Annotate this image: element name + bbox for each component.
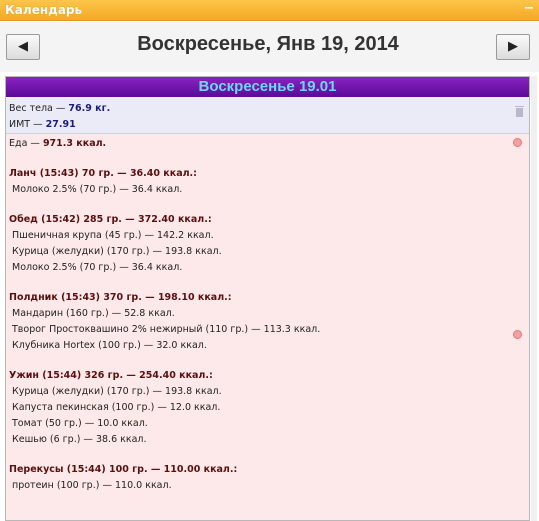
weight-label: Вес тела — xyxy=(9,103,69,114)
apple-icon[interactable] xyxy=(513,138,522,147)
window-title: Календарь xyxy=(5,3,83,17)
collapse-icon[interactable]: − xyxy=(522,2,536,17)
bmi-row: ИМТ — 27.91 xyxy=(9,117,529,133)
meal-item[interactable]: протеин (100 гр.) — 110.0 ккал. xyxy=(9,478,529,494)
meal-item[interactable]: Клубника Hortex (100 гр.) — 32.0 ккал. xyxy=(9,338,529,354)
bmi-value: 27.91 xyxy=(45,119,76,130)
meal-item[interactable]: Молоко 2.5% (70 гр.) — 36.4 ккал. xyxy=(9,260,529,276)
meal-title[interactable]: Обед (15:42) 285 гр. — 372.40 ккал.: xyxy=(9,212,529,228)
meal-item[interactable]: Томат (50 гр.) — 10.0 ккал. xyxy=(9,416,529,432)
food-total-row: Еда — 971.3 ккал. xyxy=(9,136,529,152)
day-header[interactable]: Воскресенье 19.01 xyxy=(6,77,529,97)
trash-icon[interactable] xyxy=(515,106,524,117)
meal-item[interactable]: Курица (желудки) (170 гр.) — 193.8 ккал. xyxy=(9,244,529,260)
weight-value: 76.9 кг. xyxy=(68,103,111,114)
meal-item[interactable]: Молоко 2.5% (70 гр.) — 36.4 ккал. xyxy=(9,182,529,198)
food-section: Еда — 971.3 ккал. Ланч (15:43) 70 гр. — … xyxy=(6,134,529,494)
meal-supper: Ужин (15:44) 326 гр. — 254.40 ккал.: Кур… xyxy=(9,368,529,448)
meal-dinner: Обед (15:42) 285 гр. — 372.40 ккал.: Пше… xyxy=(9,212,529,276)
calendar-window: Календарь − ◀ Воскресенье, Янв 19, 2014 … xyxy=(0,0,539,521)
scrollbar[interactable] xyxy=(531,76,537,521)
meal-item[interactable]: Кешью (6 гр.) — 38.6 ккал. xyxy=(9,432,529,448)
meal-title[interactable]: Ужин (15:44) 326 гр. — 254.40 ккал.: xyxy=(9,368,529,384)
next-day-button[interactable]: ▶ xyxy=(496,34,530,60)
meal-title[interactable]: Ланч (15:43) 70 гр. — 36.40 ккал.: xyxy=(9,166,529,182)
day-panel: Воскресенье 19.01 Вес тела — 76.9 кг. ИМ… xyxy=(5,76,530,521)
meal-item[interactable]: Мандарин (160 гр.) — 52.8 ккал. xyxy=(9,306,529,322)
previous-day-button[interactable]: ◀ xyxy=(6,34,40,60)
meal-lunch: Ланч (15:43) 70 гр. — 36.40 ккал.: Молок… xyxy=(9,166,529,198)
food-total-label: Еда — xyxy=(9,138,43,149)
apple-icon[interactable] xyxy=(513,330,522,339)
meal-title[interactable]: Перекусы (15:44) 100 гр. — 110.00 ккал.: xyxy=(9,462,529,478)
meal-afternoon-snack: Полдник (15:43) 370 гр. — 198.10 ккал.: … xyxy=(9,290,529,354)
window-titlebar: Календарь − xyxy=(0,0,539,21)
meal-title[interactable]: Полдник (15:43) 370 гр. — 198.10 ккал.: xyxy=(9,290,529,306)
meal-item[interactable]: Капуста пекинская (100 гр.) — 12.0 ккал. xyxy=(9,400,529,416)
meal-item[interactable]: Курица (желудки) (170 гр.) — 193.8 ккал. xyxy=(9,384,529,400)
meal-item[interactable]: Пшеничная крупа (45 гр.) — 142.2 ккал. xyxy=(9,228,529,244)
date-navigation: ◀ Воскресенье, Янв 19, 2014 ▶ xyxy=(0,22,539,72)
current-date-title: Воскресенье, Янв 19, 2014 xyxy=(137,33,399,55)
weight-row: Вес тела — 76.9 кг. xyxy=(9,101,529,117)
bmi-label: ИМТ — xyxy=(9,119,46,130)
meal-snacks: Перекусы (15:44) 100 гр. — 110.00 ккал.:… xyxy=(9,462,529,494)
meal-item[interactable]: Творог Простоквашино 2% нежирный (110 гр… xyxy=(9,322,529,338)
food-total-value: 971.3 ккал. xyxy=(42,138,107,149)
body-metrics: Вес тела — 76.9 кг. ИМТ — 27.91 xyxy=(6,98,529,134)
